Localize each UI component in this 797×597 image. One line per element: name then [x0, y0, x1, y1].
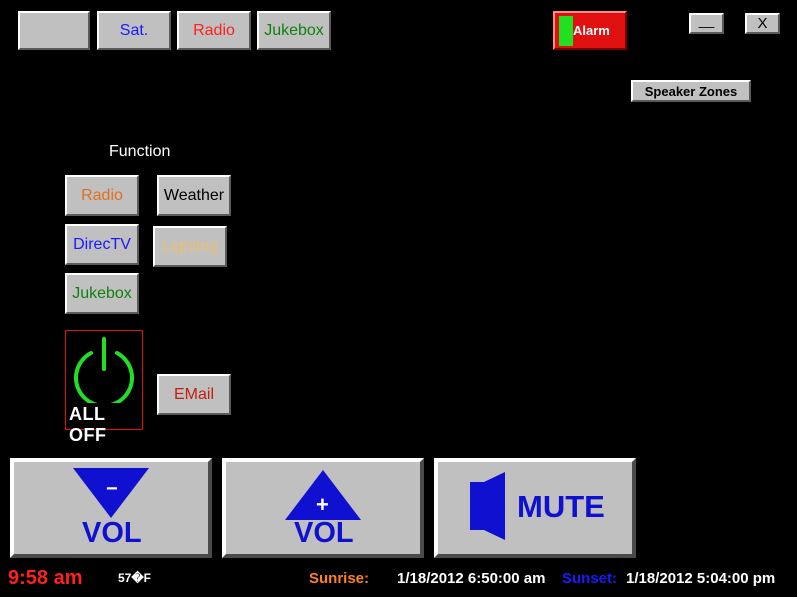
all-off-button[interactable]: ALL OFF	[65, 330, 143, 445]
weather-button[interactable]: Weather	[157, 175, 231, 216]
minimize-button[interactable]: __	[689, 11, 724, 34]
sunrise-value: 1/18/2012 6:50:00 am	[397, 570, 546, 587]
function-heading: Function	[109, 143, 171, 160]
current-time: 9:58 am	[8, 567, 83, 589]
sat-button[interactable]: Sat.	[97, 11, 171, 50]
directv-button[interactable]: DirecTV	[65, 224, 139, 265]
volume-up-button[interactable]: + VOL	[222, 458, 424, 558]
radio-button[interactable]: Radio	[177, 11, 251, 50]
alarm-indicator	[559, 16, 573, 46]
sunset-value: 1/18/2012 5:04:00 pm	[626, 570, 776, 587]
alarm-button[interactable]: Alarm	[553, 11, 627, 50]
function-radio-button[interactable]: Radio	[65, 175, 139, 216]
sunrise-label: Sunrise:	[309, 570, 370, 587]
volume-up-label: VOL	[294, 517, 354, 549]
lighting-button[interactable]: Lighting	[153, 226, 227, 267]
email-button[interactable]: EMail	[157, 374, 231, 415]
volume-down-sign: −	[106, 478, 118, 500]
close-button[interactable]: X	[745, 13, 780, 34]
mute-label: MUTE	[517, 489, 605, 524]
volume-down-label: VOL	[82, 517, 142, 549]
function-jukebox-button[interactable]: Jukebox	[65, 273, 139, 314]
sunset-label: Sunset:	[562, 570, 618, 587]
mute-button[interactable]: MUTE	[434, 458, 636, 558]
power-icon	[74, 337, 134, 403]
jukebox-button[interactable]: Jukebox	[257, 11, 331, 50]
speaker-zones-button[interactable]: Speaker Zones	[631, 80, 751, 102]
temperature: 57�F	[118, 571, 151, 585]
all-off-label: ALL OFF	[69, 404, 107, 445]
volume-down-button[interactable]: − VOL	[10, 458, 212, 558]
volume-up-sign: +	[316, 492, 329, 517]
alarm-label: Alarm	[573, 23, 610, 38]
minimize-icon: __	[698, 11, 715, 28]
close-icon: X	[757, 15, 768, 32]
blank-button[interactable]	[18, 11, 90, 50]
